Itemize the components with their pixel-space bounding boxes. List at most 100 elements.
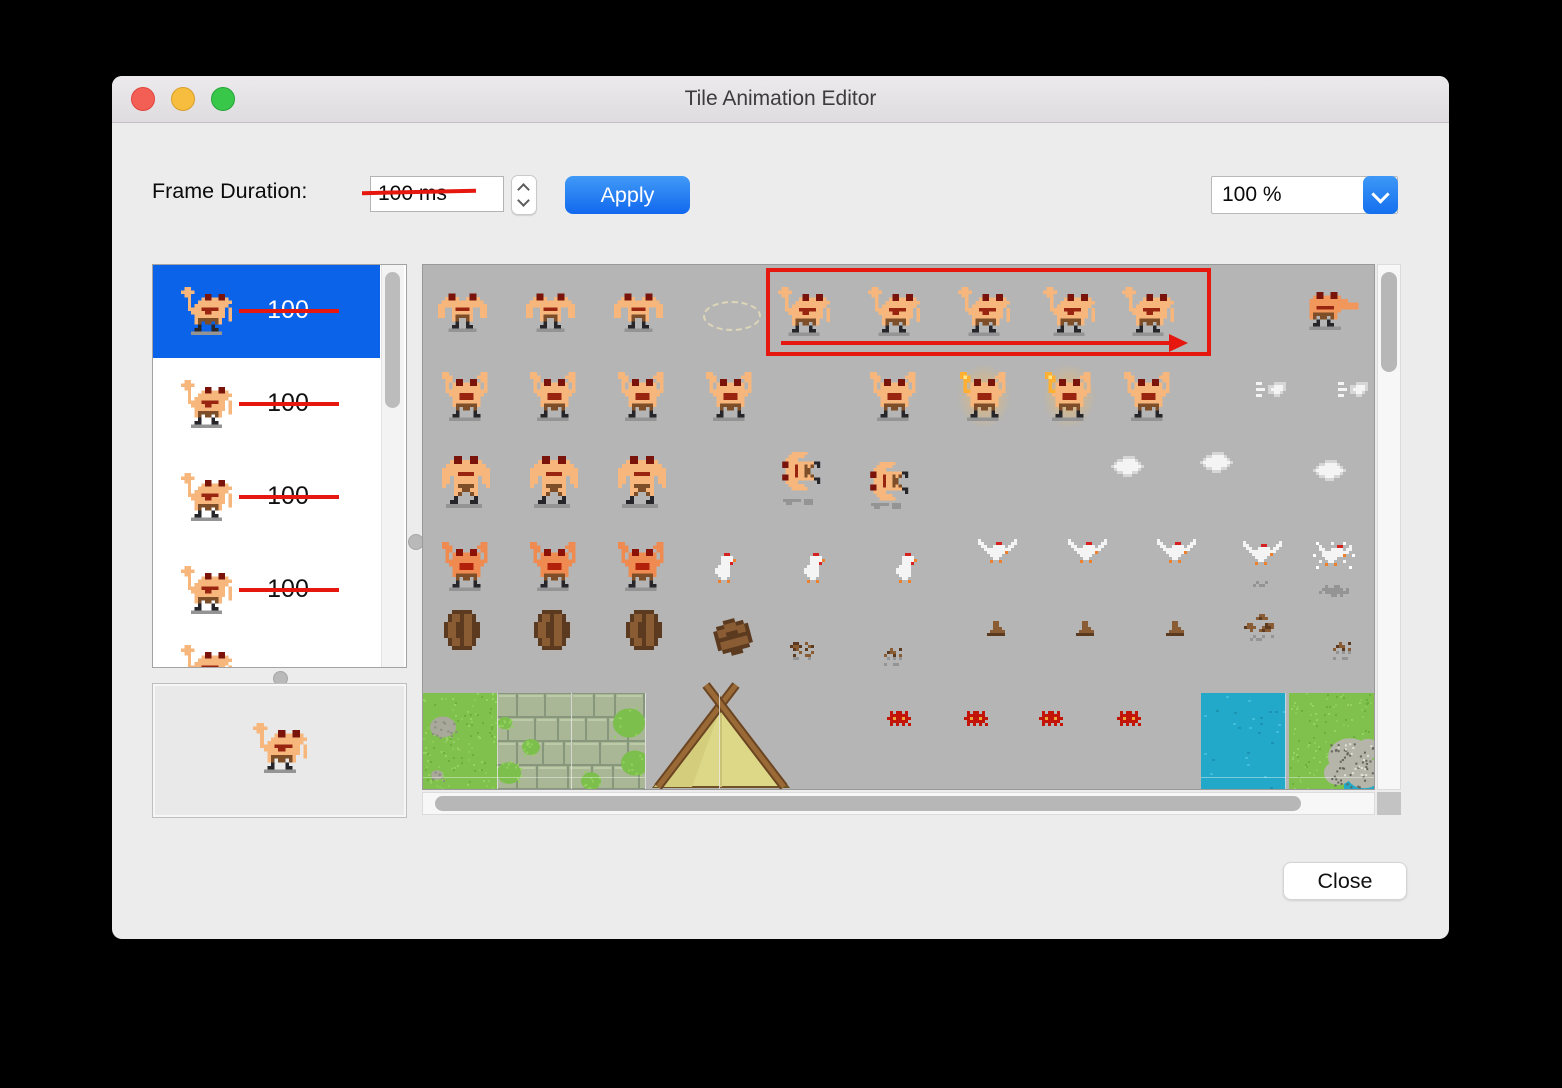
terrain-gridline: [719, 693, 720, 789]
frame-thumbnail: [181, 473, 232, 521]
frame-list-item-3[interactable]: 100: [153, 451, 380, 544]
tileset-horizontal-scroll-thumb[interactable]: [435, 796, 1301, 811]
tile-stone2[interactable]: [571, 693, 645, 789]
sprite-orc-cheer-glow[interactable]: [959, 371, 1009, 421]
annotation-strike-duration: [239, 402, 339, 406]
zoom-value: 100 %: [1222, 183, 1282, 206]
sprite-splat[interactable]: [1318, 585, 1352, 597]
scrollbar-corner: [1377, 792, 1401, 815]
sprite-orc-stand[interactable]: [526, 290, 582, 332]
sprite-dashpuff[interactable]: [1338, 381, 1374, 397]
sprite-orc-cheer[interactable]: [705, 371, 755, 421]
tile-grass[interactable]: [423, 693, 497, 789]
terrain-gridline: [497, 693, 498, 789]
sprite-chicken-fly[interactable]: [1156, 539, 1196, 563]
sprite-orc-side[interactable]: [869, 458, 909, 504]
tile-water[interactable]: [1201, 693, 1286, 789]
tile-grassrock[interactable]: [1289, 693, 1374, 789]
sprite-chicken[interactable]: [893, 553, 923, 583]
sprite-chicken-burst[interactable]: [1312, 541, 1358, 569]
stepper-down-icon[interactable]: [517, 194, 530, 207]
sprite-tent[interactable]: [648, 681, 794, 789]
sprite-orc-cheer-glow[interactable]: [1044, 371, 1094, 421]
sprite-smoke[interactable]: [1200, 451, 1236, 473]
sprite-barrel-tip[interactable]: [710, 614, 756, 660]
frame-duration-stepper[interactable]: [511, 175, 537, 215]
sprite-dashpuff[interactable]: [1256, 381, 1292, 397]
tileset-vertical-scroll-thumb[interactable]: [1381, 272, 1397, 372]
tileset-viewport[interactable]: [422, 264, 1375, 790]
empty-tile-placeholder-icon[interactable]: [703, 301, 761, 331]
sprite-crab[interactable]: [1117, 710, 1141, 726]
sprite-orc-cheer[interactable]: [869, 371, 919, 421]
sprite-orc-side[interactable]: [781, 448, 821, 494]
stage: Tile Animation Editor Frame Duration: Ap…: [0, 0, 1562, 1088]
animation-preview-panel: [152, 683, 407, 818]
frame-thumbnail: [181, 566, 232, 614]
zoom-dropdown-button[interactable]: [1363, 176, 1398, 214]
sprite-stump[interactable]: [1075, 620, 1097, 636]
annotation-strike-duration: [239, 495, 339, 499]
terrain-gridline: [571, 693, 572, 789]
frame-list-scrollbar[interactable]: [381, 265, 404, 667]
titlebar: Tile Animation Editor: [112, 76, 1449, 123]
sprite-streak[interactable]: [871, 503, 907, 509]
apply-button[interactable]: Apply: [565, 176, 690, 214]
sprite-debris-b[interactable]: [1333, 642, 1357, 660]
sprite-orc-walk[interactable]: [614, 456, 670, 508]
sprite-smoke[interactable]: [1313, 459, 1349, 481]
sprite-orc-cheer[interactable]: [1123, 371, 1173, 421]
frame-thumbnail: [181, 287, 232, 335]
terrain-gridline: [645, 693, 646, 789]
frame-thumbnail: [181, 645, 232, 667]
sprite-barrel[interactable]: [626, 610, 662, 650]
sprite-barrel[interactable]: [444, 610, 480, 650]
sprite-crab[interactable]: [964, 710, 988, 726]
sprite-chicken-fly[interactable]: [1242, 541, 1282, 565]
frame-list-item-4[interactable]: 100: [153, 544, 380, 637]
sprite-orc-flex[interactable]: [617, 541, 667, 591]
frame-list-item-1[interactable]: 100: [153, 265, 380, 358]
tile-animation-editor-window: Tile Animation Editor Frame Duration: Ap…: [112, 76, 1449, 939]
frame-list-item-5[interactable]: [153, 637, 380, 667]
sprite-stump[interactable]: [1165, 620, 1187, 636]
tileset-horizontal-scrollbar[interactable]: [422, 792, 1375, 815]
sprite-streak[interactable]: [783, 499, 819, 505]
sprite-crab[interactable]: [1039, 710, 1063, 726]
window-title: Tile Animation Editor: [684, 87, 877, 110]
sprite-orc-flex[interactable]: [529, 541, 579, 591]
sprite-orc-walk[interactable]: [438, 456, 494, 508]
sprite-chicken[interactable]: [801, 553, 831, 583]
sprite-orc-cheer[interactable]: [617, 371, 667, 421]
sprite-chicken[interactable]: [712, 553, 742, 583]
tileset-vertical-scrollbar[interactable]: [1377, 264, 1401, 790]
sprite-crab[interactable]: [887, 710, 911, 726]
chevron-down-icon: [1371, 185, 1390, 204]
zoom-dropdown[interactable]: 100 %: [1211, 176, 1398, 214]
annotation-strike-duration: [239, 309, 339, 313]
sprite-chicken-fly[interactable]: [977, 539, 1017, 563]
sprite-speck[interactable]: [1253, 581, 1271, 587]
tile-stone[interactable]: [497, 693, 571, 789]
sprite-orc-cheer[interactable]: [441, 371, 491, 421]
sprite-debris-fly[interactable]: [1244, 613, 1280, 641]
terrain-gridline: [1285, 693, 1286, 789]
frame-list-item-2[interactable]: 100: [153, 358, 380, 451]
annotation-arrow-line: [781, 341, 1171, 345]
frame-list-scroll-thumb[interactable]: [385, 272, 400, 408]
sprite-orc-walk[interactable]: [526, 456, 582, 508]
sprite-debris-a[interactable]: [789, 642, 817, 660]
sprite-barrel[interactable]: [534, 610, 570, 650]
close-button[interactable]: Close: [1283, 862, 1407, 900]
sprite-chicken-fly[interactable]: [1067, 539, 1107, 563]
sprite-stump[interactable]: [986, 620, 1008, 636]
annotation-strike-duration: [239, 588, 339, 592]
sprite-orc-stand[interactable]: [438, 290, 494, 332]
sprite-orc-stand[interactable]: [614, 290, 670, 332]
sprite-orc-punch[interactable]: [1306, 291, 1362, 331]
sprite-orc-flex[interactable]: [441, 541, 491, 591]
sprite-orc-cheer[interactable]: [529, 371, 579, 421]
sprite-debris-b[interactable]: [884, 648, 908, 666]
sprite-smoke[interactable]: [1111, 455, 1147, 477]
preview-sprite: [253, 722, 307, 774]
